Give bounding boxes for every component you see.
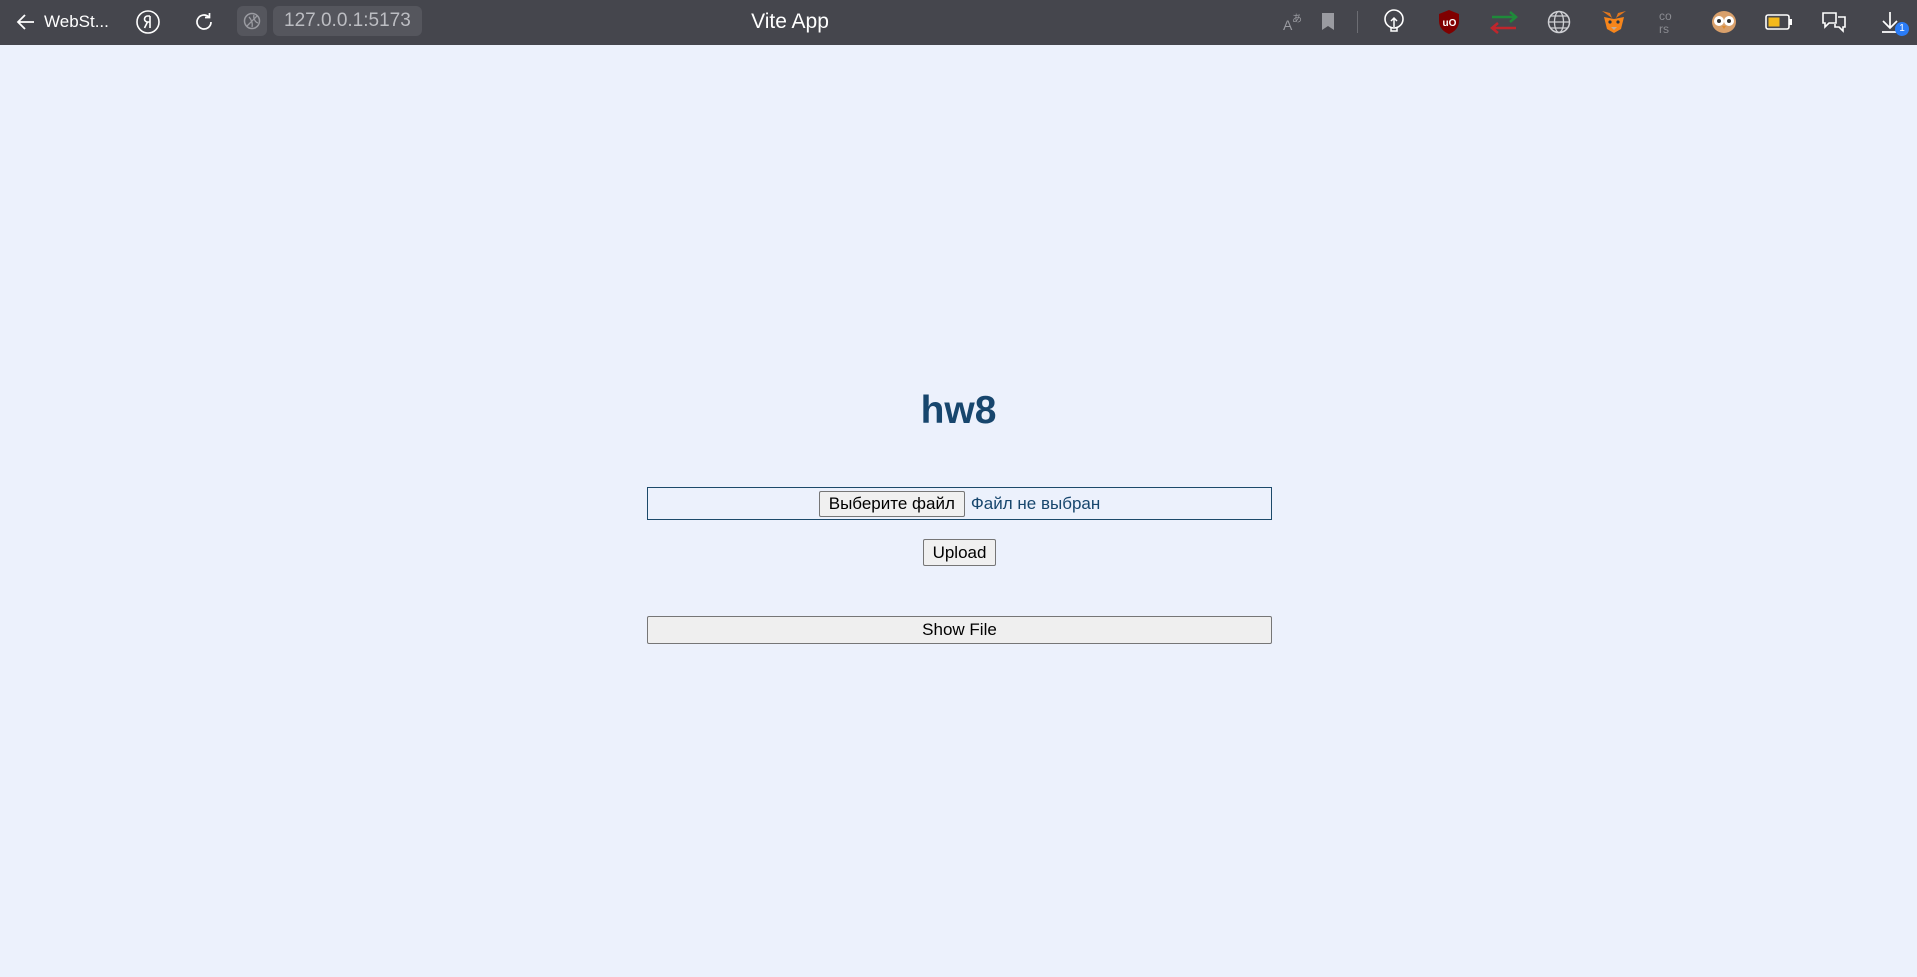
cors-icon: cors (1659, 9, 1672, 36)
owl-extension[interactable] (1708, 6, 1740, 38)
url-text[interactable]: 127.0.0.1:5173 (273, 6, 422, 36)
tab-title: Vite App (751, 10, 829, 33)
ublock-icon: uO (1439, 10, 1459, 34)
metamask-fox-icon (1602, 11, 1626, 33)
lightbulb-extension[interactable] (1378, 6, 1410, 38)
battery-extension[interactable] (1763, 6, 1795, 38)
bookmark-button[interactable] (1312, 6, 1344, 38)
translate-button[interactable]: Aあ (1277, 6, 1309, 38)
battery-icon (1765, 14, 1792, 30)
address-bar[interactable]: 127.0.0.1:5173 (237, 5, 422, 37)
site-shield-icon (243, 12, 261, 30)
owl-icon (1712, 11, 1736, 33)
toolbar-separator (1357, 11, 1358, 33)
cors-extension[interactable]: co rs (1653, 6, 1685, 38)
extension-arrows-icon (1490, 11, 1518, 34)
metamask-extension[interactable] (1598, 6, 1630, 38)
reload-icon (196, 13, 212, 30)
chat-extension[interactable] (1818, 6, 1850, 38)
back-arrow-icon (16, 14, 34, 30)
back-button[interactable]: WebSt... (16, 6, 109, 38)
yandex-button[interactable] (132, 6, 164, 38)
globe-icon (1547, 10, 1571, 34)
svg-text:uO: uO (1443, 18, 1457, 29)
svg-text:rs: rs (1659, 22, 1669, 36)
bookmark-icon (1322, 13, 1334, 30)
svg-text:co: co (1659, 9, 1672, 23)
file-input[interactable]: Выберите файл Файл не выбран (647, 487, 1272, 520)
site-info-button[interactable] (237, 6, 267, 36)
reload-button[interactable] (188, 6, 220, 38)
choose-file-button[interactable]: Выберите файл (818, 490, 965, 517)
back-button-label: WebSt... (44, 12, 109, 31)
ublock-extension[interactable]: uO (1433, 6, 1465, 38)
page-title: hw8 (920, 389, 997, 432)
svg-text:あ: あ (1292, 13, 1302, 25)
file-status-text: Файл не выбран (970, 493, 1101, 513)
show-file-button[interactable]: Show File (647, 616, 1272, 644)
chat-bubbles-icon (1822, 12, 1846, 33)
downloads-button[interactable]: 1 (1874, 6, 1909, 38)
upload-button[interactable]: Upload (923, 539, 996, 566)
arrows-extension[interactable] (1488, 6, 1520, 38)
translate-icon: Aあ (1283, 13, 1302, 33)
globe-extension[interactable] (1543, 6, 1575, 38)
yandex-icon (136, 10, 160, 34)
browser-toolbar: WebSt... 127.0.0.1:5173 Vite App Aあ uO c… (0, 0, 1917, 45)
download-count-badge: 1 (1895, 22, 1909, 36)
lightbulb-icon (1384, 9, 1404, 32)
